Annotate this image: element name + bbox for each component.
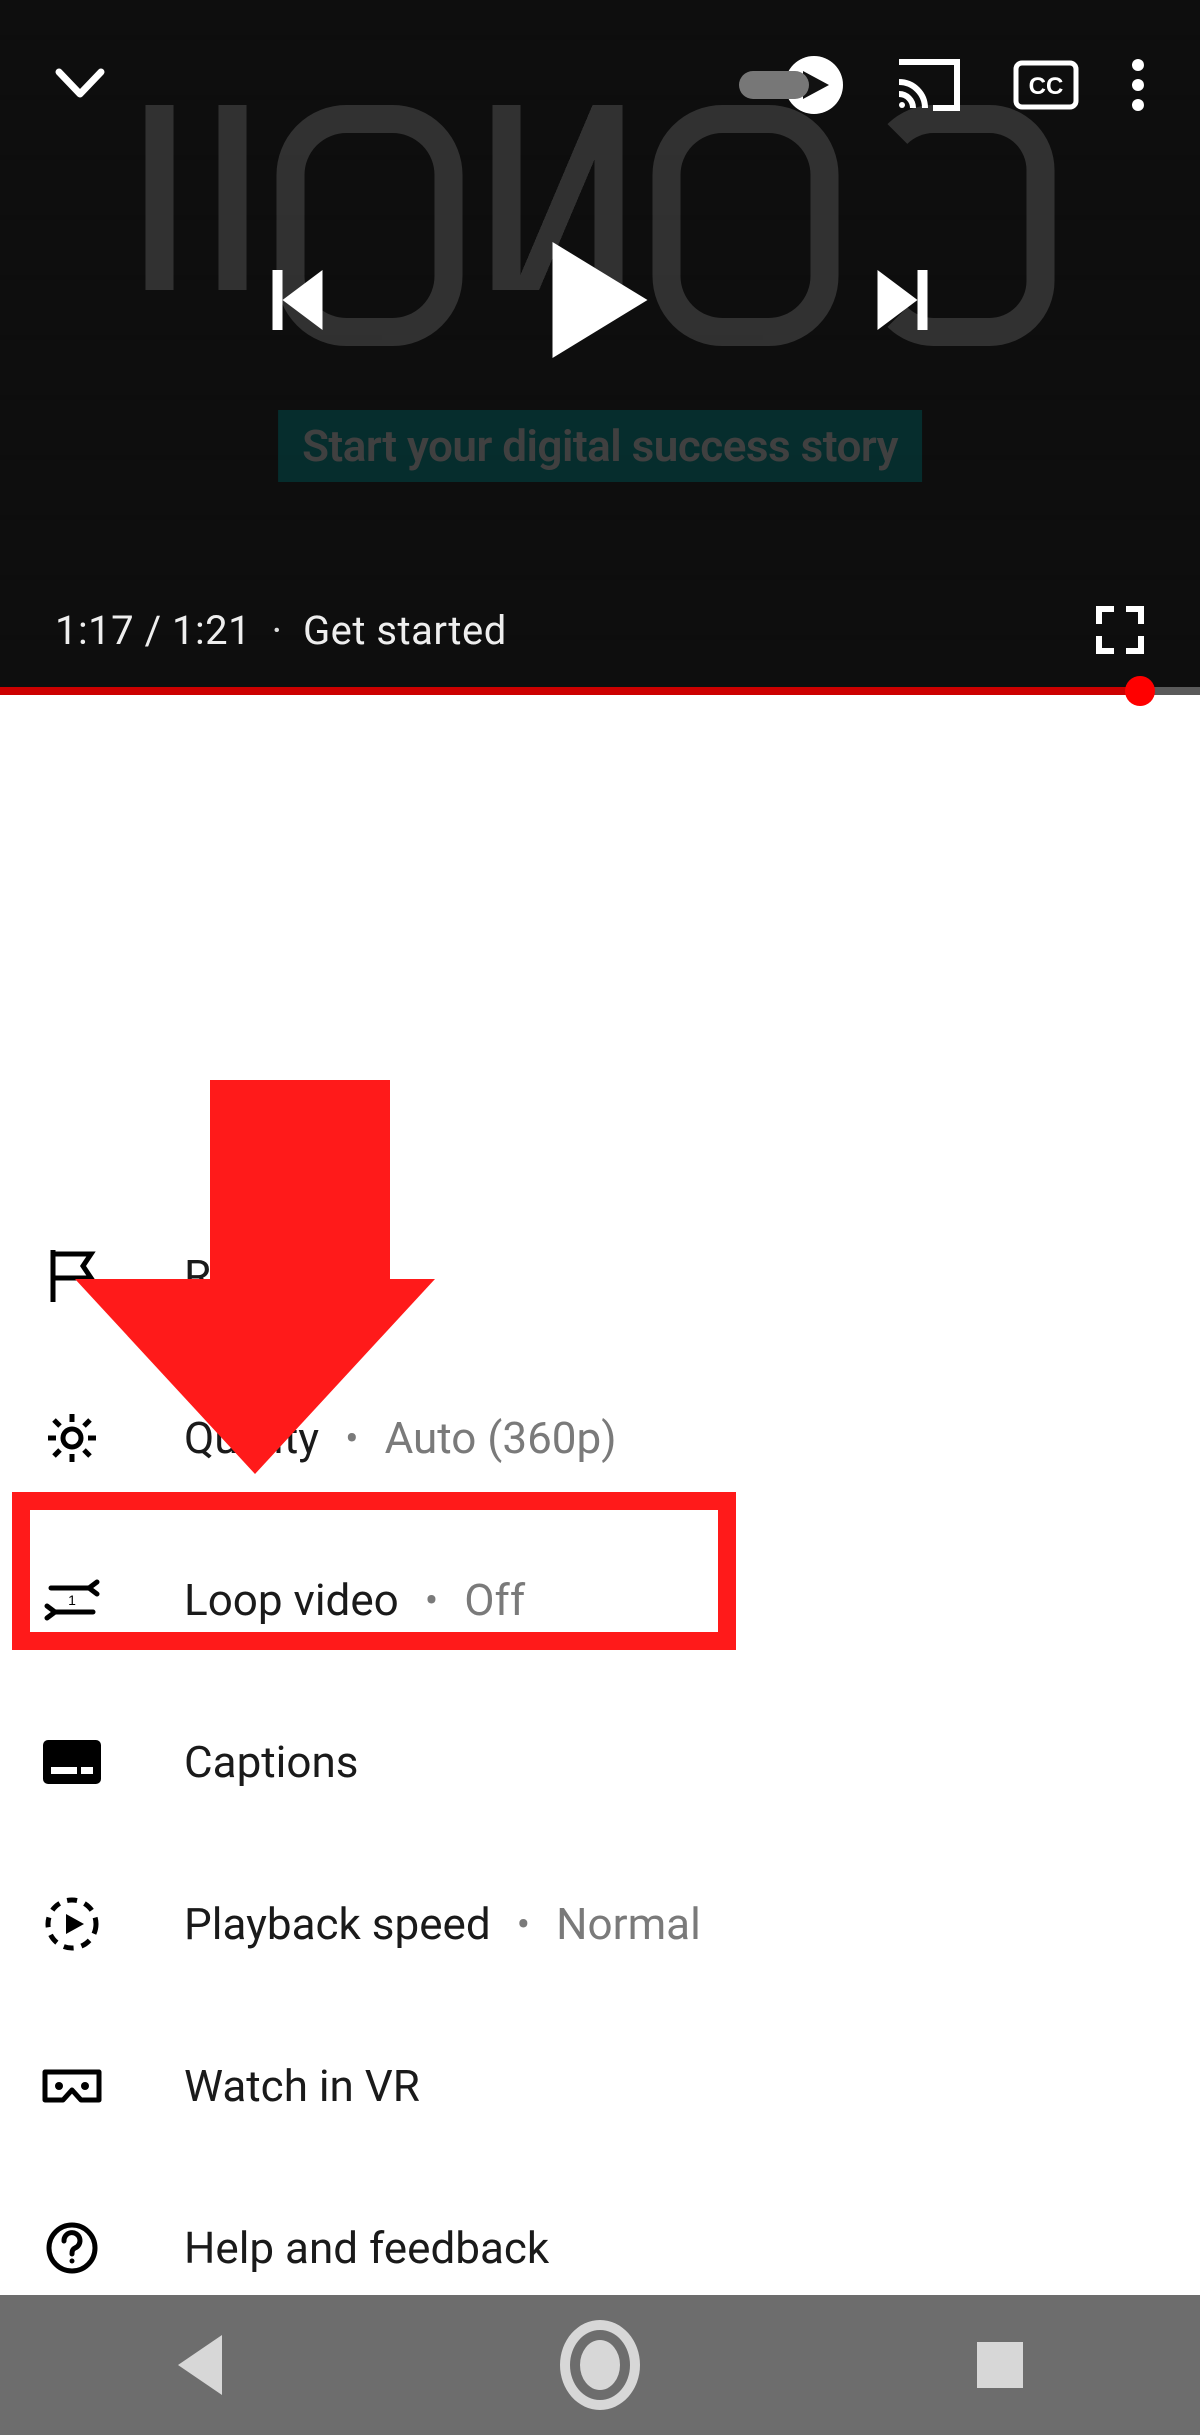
autoplay-track xyxy=(739,71,809,99)
cc-icon[interactable]: CC xyxy=(1013,60,1079,110)
loop-icon: 1 xyxy=(42,1578,102,1622)
time-and-chapter: 1:17 / 1:21 · Get started xyxy=(55,607,507,654)
previous-button[interactable] xyxy=(273,270,323,330)
menu-item-value: Off xyxy=(464,1574,525,1626)
nav-back-button[interactable] xyxy=(160,2325,240,2405)
menu-item-loop[interactable]: 1 Loop video • Off xyxy=(0,1519,1200,1681)
next-button[interactable] xyxy=(878,270,928,330)
video-tagline: Start your digital success story xyxy=(278,410,922,482)
menu-item-label: Quality xyxy=(184,1412,319,1464)
menu-item-speed[interactable]: Playback speed • Normal xyxy=(0,1843,1200,2005)
menu-item-quality[interactable]: Quality • Auto (360p) xyxy=(0,1357,1200,1519)
menu-item-label: Playback speed xyxy=(184,1898,491,1950)
menu-item-value: Normal xyxy=(556,1898,701,1950)
player-info-row: 1:17 / 1:21 · Get started xyxy=(55,605,1145,655)
player-settings-menu: Report Quality • Auto (360p) 1 Loop vide… xyxy=(0,1195,1200,2329)
play-button[interactable] xyxy=(553,242,648,358)
video-player[interactable]: Start your digital success story CC xyxy=(0,0,1200,695)
menu-item-label: Captions xyxy=(184,1736,358,1788)
flag-icon xyxy=(42,1248,102,1304)
menu-item-captions[interactable]: Captions xyxy=(0,1681,1200,1843)
help-icon xyxy=(42,2221,102,2275)
chapter-label: Get started xyxy=(303,607,507,654)
svg-text:CC: CC xyxy=(1029,73,1064,100)
vr-icon xyxy=(42,2066,102,2106)
progress-thumb[interactable] xyxy=(1125,676,1155,706)
player-top-bar: CC xyxy=(0,45,1200,125)
autoplay-toggle[interactable] xyxy=(739,56,843,114)
cast-icon[interactable] xyxy=(895,58,961,112)
fullscreen-icon[interactable] xyxy=(1095,605,1145,655)
more-vert-icon[interactable] xyxy=(1131,58,1145,112)
svg-text:1: 1 xyxy=(68,1592,76,1608)
system-nav-bar xyxy=(0,2295,1200,2435)
speed-icon xyxy=(42,1896,102,1952)
nav-recent-button[interactable] xyxy=(960,2325,1040,2405)
gear-icon xyxy=(42,1410,102,1466)
progress-played xyxy=(0,687,1140,695)
chevron-down-icon[interactable] xyxy=(55,68,105,102)
menu-item-label: Report xyxy=(184,1250,315,1302)
captions-icon xyxy=(42,1740,102,1784)
transport-controls xyxy=(273,242,928,358)
menu-item-label: Watch in VR xyxy=(184,2060,420,2112)
current-time: 1:17 xyxy=(55,607,134,654)
menu-item-label: Help and feedback xyxy=(184,2222,549,2274)
progress-bar[interactable] xyxy=(0,687,1200,695)
menu-item-vr[interactable]: Watch in VR xyxy=(0,2005,1200,2167)
menu-item-report[interactable]: Report xyxy=(0,1195,1200,1357)
total-time: 1:21 xyxy=(172,607,251,654)
nav-home-button[interactable] xyxy=(560,2325,640,2405)
menu-item-value: Auto (360p) xyxy=(385,1412,617,1464)
menu-item-label: Loop video xyxy=(184,1574,399,1626)
